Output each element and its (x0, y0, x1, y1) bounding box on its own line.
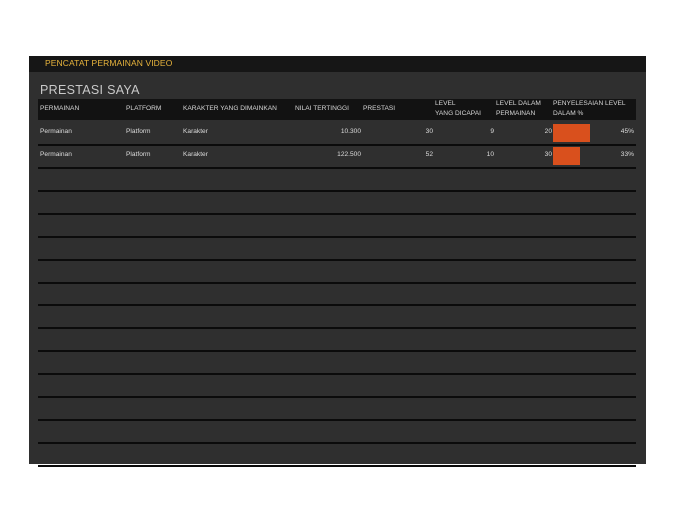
empty-table-row[interactable] (38, 421, 636, 443)
cell-game[interactable]: Permainan (40, 151, 72, 158)
header-levels-in-game-line1[interactable]: LEVEL DALAM (496, 99, 541, 109)
cell-levels-in-game[interactable]: 20 (496, 128, 552, 135)
empty-table-row[interactable] (38, 238, 636, 260)
header-levels-reached-line1[interactable]: LEVEL (435, 99, 456, 109)
header-levels-reached-line2[interactable]: YANG DICAPAI (435, 109, 481, 119)
header-completion-line2[interactable]: DALAM % (553, 109, 583, 119)
empty-table-row[interactable] (38, 398, 636, 420)
table-row[interactable]: Permainan Platform Karakter 10.300 30 9 … (38, 122, 636, 144)
cell-high-score[interactable]: 122.500 (291, 151, 361, 158)
cell-achievements[interactable]: 30 (363, 128, 433, 135)
completion-bar (553, 124, 590, 142)
cell-levels-reached[interactable]: 9 (435, 128, 494, 135)
empty-table-row[interactable] (38, 215, 636, 237)
header-platform[interactable]: PLATFORM (126, 104, 161, 114)
header-game[interactable]: PERMAINAN (40, 104, 79, 114)
empty-table-row[interactable] (38, 444, 636, 466)
cell-high-score[interactable]: 10.300 (291, 128, 361, 135)
empty-table-row[interactable] (38, 375, 636, 397)
cell-levels-reached[interactable]: 10 (435, 151, 494, 158)
cell-completion[interactable]: 45% (598, 128, 634, 135)
cell-platform[interactable]: Platform (126, 151, 151, 158)
header-levels-in-game-line2[interactable]: PERMAINAN (496, 109, 535, 119)
tracker-sheet: PENCATAT PERMAINAN VIDEO PRESTASI SAYA P… (29, 56, 646, 467)
table-header: PERMAINAN PLATFORM KARAKTER YANG DIMAINK… (38, 99, 636, 120)
cell-levels-in-game[interactable]: 30 (496, 151, 552, 158)
header-completion-line1[interactable]: PENYELESAIAN LEVEL (553, 99, 626, 109)
row-divider (38, 465, 636, 467)
empty-table-row[interactable] (38, 352, 636, 374)
header-high-score[interactable]: NILAI TERTINGGI (295, 104, 349, 114)
cell-character[interactable]: Karakter (183, 128, 208, 135)
empty-table-row[interactable] (38, 169, 636, 191)
empty-table-row[interactable] (38, 284, 636, 306)
empty-table-row[interactable] (38, 261, 636, 283)
table-row[interactable]: Permainan Platform Karakter 122.500 52 1… (38, 145, 636, 167)
title-bar: PENCATAT PERMAINAN VIDEO (29, 56, 646, 72)
cell-completion[interactable]: 33% (598, 151, 634, 158)
completion-bar (553, 147, 580, 165)
empty-table-row[interactable] (38, 192, 636, 214)
header-character[interactable]: KARAKTER YANG DIMAINKAN (183, 104, 277, 114)
cell-character[interactable]: Karakter (183, 151, 208, 158)
empty-table-row[interactable] (38, 329, 636, 351)
section-title: PRESTASI SAYA (40, 83, 140, 97)
cell-achievements[interactable]: 52 (363, 151, 433, 158)
empty-table-row[interactable] (38, 306, 636, 328)
cell-platform[interactable]: Platform (126, 128, 151, 135)
cell-game[interactable]: Permainan (40, 128, 72, 135)
app-title: PENCATAT PERMAINAN VIDEO (45, 58, 173, 68)
header-achievements[interactable]: PRESTASI (363, 104, 395, 114)
